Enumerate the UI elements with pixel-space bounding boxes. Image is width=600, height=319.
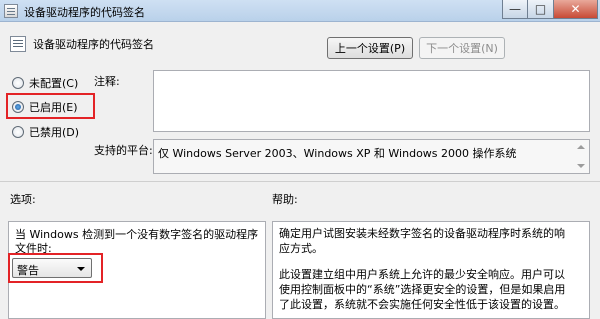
window-title: 设备驱动程序的代码签名: [24, 6, 145, 19]
platform-value: 仅 Windows Server 2003、Windows XP 和 Windo…: [158, 147, 517, 160]
help-text: 确定用户试图安装未经数字签名的设备驱动程序时系统的响应方式。 此设置建立组中用户…: [279, 226, 567, 312]
policy-icon: [4, 4, 18, 18]
scroll-down-icon[interactable]: [577, 164, 585, 168]
next-setting-button[interactable]: 下一个设置(N): [419, 37, 505, 59]
radio-label: 未配置(C): [29, 77, 79, 90]
minimize-button[interactable]: —: [502, 0, 528, 19]
highlight-box-enabled: [6, 93, 95, 119]
options-description: 当 Windows 检测到一个没有数字签名的驱动程序文件时:: [15, 228, 259, 255]
setting-icon: [10, 36, 26, 52]
help-paragraph: 确定用户试图安装未经数字签名的设备驱动程序时系统的响应方式。: [279, 227, 565, 255]
window-controls: — □ ✕: [502, 0, 598, 19]
close-button[interactable]: ✕: [554, 0, 598, 19]
platform-label: 支持的平台:: [94, 144, 153, 157]
platform-scrollbar[interactable]: [574, 141, 588, 172]
section-divider: [0, 181, 600, 182]
help-pane: 确定用户试图安装未经数字签名的设备驱动程序时系统的响应方式。 此设置建立组中用户…: [272, 221, 590, 319]
radio-disabled[interactable]: 已禁用(D): [12, 124, 79, 140]
platform-field: 仅 Windows Server 2003、Windows XP 和 Windo…: [153, 139, 590, 174]
highlight-box-dropdown: [8, 253, 103, 283]
help-paragraph: 此设置建立组中用户系统上允许的最少安全响应。用户可以使用控制面板中的“系统”选择…: [279, 268, 566, 311]
title-bar[interactable]: 设备驱动程序的代码签名 — □ ✕: [0, 0, 600, 22]
radio-button[interactable]: [12, 126, 24, 138]
comment-field[interactable]: [153, 70, 590, 132]
radio-label: 已禁用(D): [29, 126, 80, 139]
options-label: 选项:: [10, 193, 36, 206]
setting-title: 设备驱动程序的代码签名: [33, 38, 154, 51]
prev-setting-button[interactable]: 上一个设置(P): [327, 37, 413, 59]
comment-label: 注释:: [94, 75, 120, 88]
radio-not-configured[interactable]: 未配置(C): [12, 75, 78, 91]
maximize-button[interactable]: □: [528, 0, 554, 19]
radio-button[interactable]: [12, 77, 24, 89]
help-label: 帮助:: [272, 193, 298, 206]
scroll-up-icon[interactable]: [577, 145, 585, 149]
